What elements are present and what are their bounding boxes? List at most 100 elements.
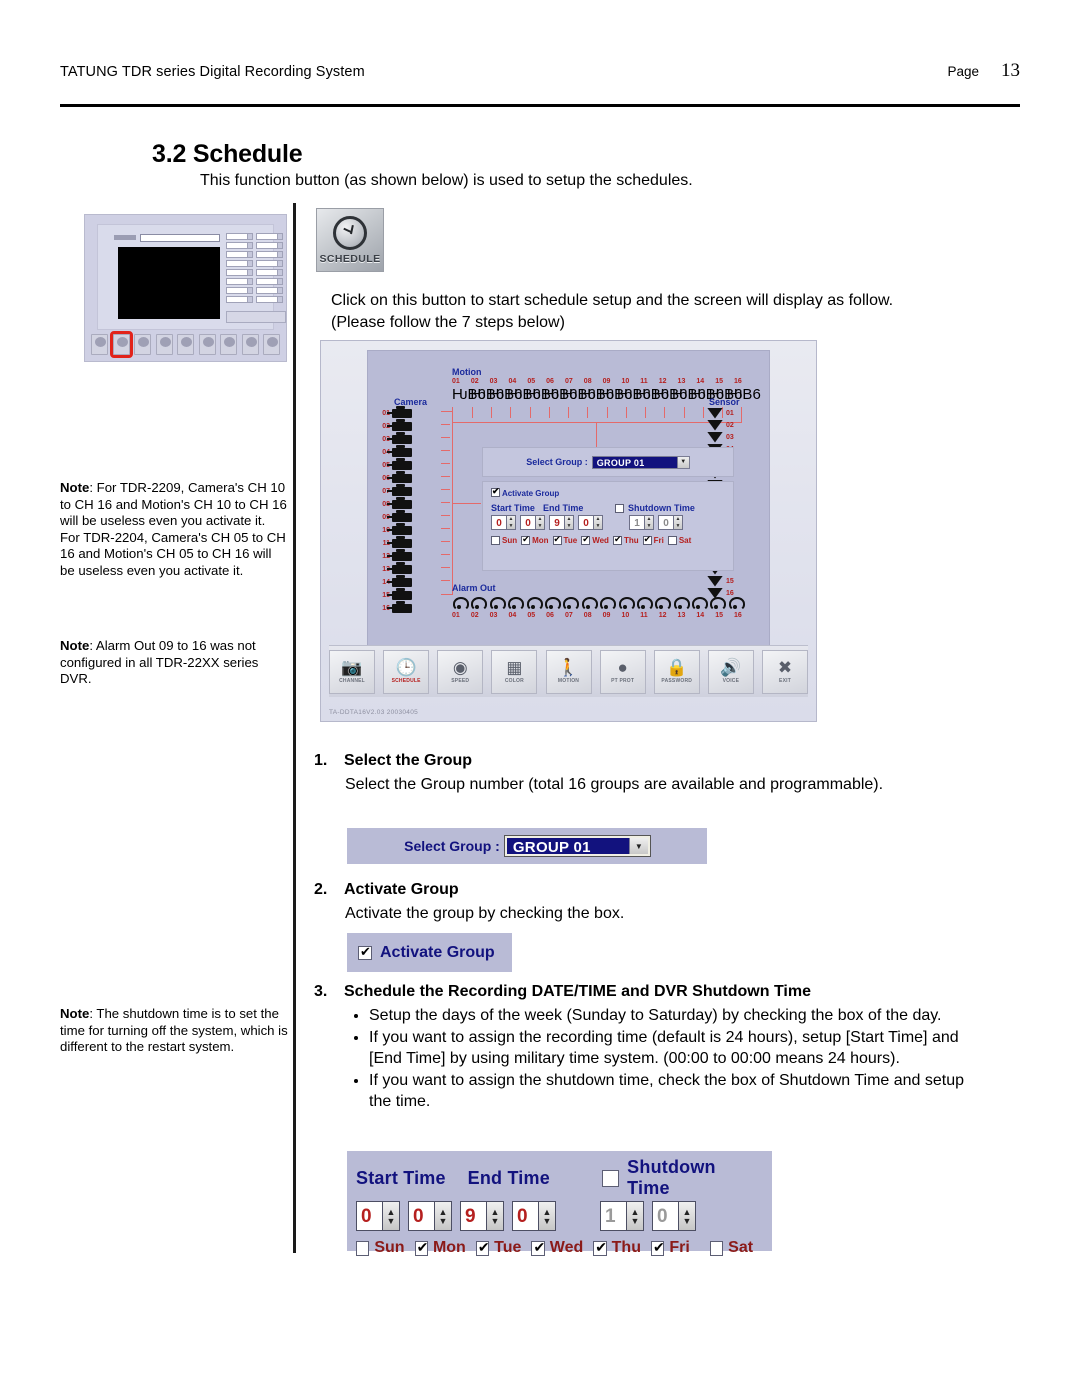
motion-ch-num: 13 <box>677 378 686 385</box>
dvr-toolbar: 📷 CHANNEL 🕒 SCHEDULE ◉ SPEED ▦ COLOR 🚶 M… <box>329 645 808 697</box>
select-group-widget-dropdown[interactable]: GROUP 01 ▼ <box>503 835 651 857</box>
camera-section: Camera 01 02 03 04 05 06 07 08 09 10 11 … <box>378 397 448 615</box>
camera-icon <box>387 458 412 470</box>
alarm-bell-icon <box>562 597 580 611</box>
activate-group-widget-label: Activate Group <box>380 943 495 961</box>
running-person-icon <box>617 386 632 403</box>
schedule-button-figure: SCHEDULE <box>316 208 384 272</box>
time-panel-days-row: Sun Mon Tue Wed Thu Fri Sat <box>356 1239 763 1257</box>
day-checkbox-sat[interactable] <box>667 536 677 545</box>
activate-group-checkbox[interactable] <box>491 486 500 497</box>
activate-group-row[interactable]: Activate Group <box>491 486 725 498</box>
day-checkbox-fri[interactable] <box>642 534 652 545</box>
motion-ch-num: 15 <box>715 378 723 385</box>
thumbnail-grid-cell <box>226 242 253 249</box>
select-group-widget-label: Select Group : <box>404 838 500 854</box>
alarm-bell-icon <box>470 597 488 611</box>
day-checkbox-sun[interactable] <box>491 536 500 545</box>
step-2-body: Activate the group by checking the box. <box>345 905 625 922</box>
bullet-item: If you want to assign the recording time… <box>369 1027 985 1069</box>
day-widget-checkbox-wed[interactable] <box>531 1239 546 1256</box>
close-circle-icon: ✖ <box>777 658 793 677</box>
alarm-ch-num: 10 <box>621 612 630 619</box>
day-widget-checkbox-sun[interactable] <box>356 1240 370 1256</box>
chevron-down-icon[interactable]: ▼ <box>628 838 648 854</box>
start-minute-spinner[interactable]: 0 ▲ ▼ <box>520 515 545 530</box>
camera-icon <box>387 432 412 444</box>
dome-camera-icon: ● <box>617 658 628 677</box>
dvr-toolbar-button-ptprot[interactable]: ● PT PROT <box>599 649 646 694</box>
motion-ch-num: 06 <box>546 378 554 385</box>
day-checkbox-wed[interactable] <box>581 534 591 545</box>
day-widget-label-thu: Thu <box>611 1239 641 1256</box>
motion-ch-num: 04 <box>508 378 517 385</box>
day-checkbox-tue[interactable] <box>552 534 562 545</box>
shutdown-hour-spinner[interactable]: 1 ▲ ▼ <box>629 515 654 530</box>
alarm-ch-num: 16 <box>734 612 742 619</box>
alarm-bell-icon <box>728 597 745 611</box>
start-hour-widget-spinner[interactable]: 0 ▲ ▼ <box>356 1201 400 1231</box>
thumbnail-toolbar-button-voice <box>241 333 259 355</box>
shutdown-minute-widget-spinner[interactable]: 0 ▲ ▼ <box>652 1201 696 1231</box>
dvr-toolbar-button-speed[interactable]: ◉ SPEED <box>437 649 484 694</box>
motion-ch-num: 05 <box>527 378 536 385</box>
dvr-toolbar-button-password[interactable]: 🔒 PASSWORD <box>653 649 700 694</box>
camera-icon <box>387 406 412 418</box>
alarm-ch-num: 04 <box>508 612 517 619</box>
motion-ch-num: 03 <box>489 378 498 385</box>
note-alarm-out: Note: Alarm Out 09 to 16 was not configu… <box>60 638 288 688</box>
day-widget-checkbox-thu[interactable] <box>593 1239 607 1256</box>
page-label: Page <box>947 64 979 79</box>
dvr-toolbar-button-exit[interactable]: ✖ EXIT <box>762 649 808 694</box>
camera-icon <box>387 601 412 613</box>
chevron-down-icon[interactable]: ▼ <box>676 456 689 468</box>
end-hour-spinner[interactable]: 9 ▲ ▼ <box>549 515 574 530</box>
day-checkbox-thu[interactable] <box>612 534 622 545</box>
alarm-channel-numbers: 01 02 03 04 05 06 07 08 09 10 11 12 13 1… <box>452 612 742 619</box>
shutdown-minute-spinner[interactable]: 0 ▲ ▼ <box>658 515 683 530</box>
activate-group-label: Activate Group <box>501 489 560 498</box>
day-checkbox-mon[interactable] <box>521 534 531 545</box>
camera-icon <box>387 419 412 431</box>
dvr-toolbar-button-color[interactable]: ▦ COLOR <box>491 649 538 694</box>
end-minute-widget-spinner[interactable]: 0 ▲ ▼ <box>512 1201 556 1231</box>
select-group-dropdown[interactable]: GROUP 01 ▼ <box>591 455 690 469</box>
start-hour-spinner[interactable]: 0 ▲ ▼ <box>491 515 516 530</box>
step-3-title: Schedule the Recording DATE/TIME and DVR… <box>344 983 811 1000</box>
end-minute-spinner[interactable]: 0 ▲ ▼ <box>578 515 603 530</box>
thumbnail-grid-cell <box>256 242 283 249</box>
dvr-toolbar-button-voice[interactable]: 🔊 VOICE <box>707 649 754 694</box>
alarm-ch-num: 12 <box>658 612 667 619</box>
camera-icon <box>387 471 412 483</box>
shutdown-time-checkbox[interactable] <box>615 503 624 513</box>
speed-gauge-icon: ◉ <box>452 658 468 677</box>
activate-group-widget-checkbox[interactable] <box>358 944 372 960</box>
start-minute-widget-spinner[interactable]: 0 ▲ ▼ <box>408 1201 452 1231</box>
clock-icon <box>333 215 367 250</box>
day-widget-checkbox-fri[interactable] <box>650 1239 665 1256</box>
alarm-bell-icon <box>618 597 635 611</box>
dvr-toolbar-button-schedule[interactable]: 🕒 SCHEDULE <box>383 649 430 694</box>
camera-icon <box>387 523 412 535</box>
activate-group-widget-figure[interactable]: Activate Group <box>347 933 512 972</box>
shutdown-hour-widget-spinner[interactable]: 1 ▲ ▼ <box>600 1201 644 1231</box>
camera-row: 01 <box>378 406 448 420</box>
end-hour-widget-spinner[interactable]: 9 ▲ ▼ <box>460 1201 504 1231</box>
camera-row: 04 <box>378 445 448 459</box>
alarm-bell-icon <box>691 597 709 611</box>
alarm-ch-num: 02 <box>470 612 479 619</box>
day-label-mon: Mon <box>532 536 549 545</box>
day-widget-checkbox-tue[interactable] <box>475 1239 490 1256</box>
motion-title: Motion <box>452 367 482 377</box>
shutdown-time-widget-label: Shutdown Time <box>627 1157 716 1198</box>
dvr-toolbar-label: VOICE <box>722 678 740 684</box>
day-widget-checkbox-mon[interactable] <box>414 1239 429 1256</box>
dvr-toolbar-button-channel[interactable]: 📷 CHANNEL <box>329 649 375 694</box>
camera-row: 08 <box>378 497 448 511</box>
bullet-item: If you want to assign the shutdown time,… <box>369 1070 985 1112</box>
sensor-row: 03 <box>707 431 763 443</box>
day-widget-checkbox-sat[interactable] <box>709 1240 724 1256</box>
shutdown-time-widget-checkbox[interactable] <box>602 1169 620 1187</box>
dvr-toolbar-button-motion[interactable]: 🚶 MOTION <box>545 649 592 694</box>
page-title: 3.2 Schedule <box>152 140 303 168</box>
